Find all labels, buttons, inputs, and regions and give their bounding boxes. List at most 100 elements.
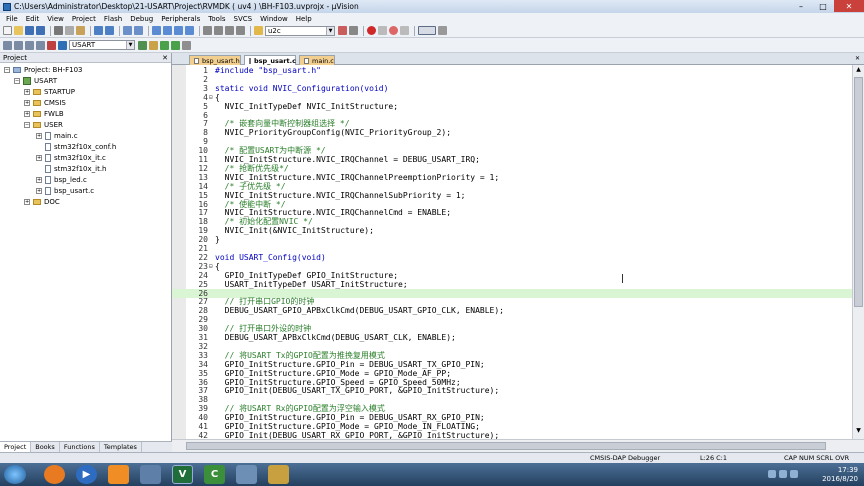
code-line[interactable]: 19 NVIC_Init(&NVIC_InitStructure);: [172, 226, 852, 235]
code-line[interactable]: 22 void USART_Config(void): [172, 253, 852, 262]
menu-view[interactable]: View: [43, 15, 68, 23]
breakpoint-icon[interactable]: [378, 26, 387, 35]
tree-item-folder[interactable]: + DOC: [24, 197, 60, 207]
uncomment-icon[interactable]: [236, 26, 245, 35]
tab-books[interactable]: Books: [31, 442, 60, 452]
tab-main-c[interactable]: main.c: [299, 55, 335, 65]
code-editor[interactable]: 1 #include "bsp_usart.h" 2 3 static void NVI…: [172, 65, 852, 439]
menu-edit[interactable]: Edit: [22, 15, 44, 23]
paste-icon[interactable]: [76, 26, 85, 35]
code-line[interactable]: 41 GPIO_InitStructure.GPIO_Mode = GPIO_M…: [172, 422, 852, 431]
target-select[interactable]: USART ▼: [69, 40, 135, 50]
expander-icon[interactable]: −: [24, 122, 30, 128]
expander-icon[interactable]: +: [24, 111, 30, 117]
build-icon[interactable]: [14, 40, 23, 50]
code-line[interactable]: 4 ⊟{: [172, 93, 852, 102]
fold-marker-icon[interactable]: ⊟: [209, 93, 213, 102]
uvision-taskbar-icon[interactable]: V: [172, 465, 193, 484]
code-line[interactable]: 30 // 打开串口外设的时钟: [172, 324, 852, 333]
tab-project[interactable]: Project: [0, 442, 32, 452]
find-in-files-icon[interactable]: [254, 26, 263, 35]
code-line[interactable]: 25 USART_InitTypeDef USART_InitStructure…: [172, 280, 852, 289]
tree-item-target[interactable]: − USART: [14, 76, 57, 86]
chevron-down-icon[interactable]: ▼: [126, 41, 134, 49]
minimize-button[interactable]: –: [790, 0, 812, 12]
code-line[interactable]: 8 NVIC_PriorityGroupConfig(NVIC_Priority…: [172, 128, 852, 137]
next-bookmark-icon[interactable]: [174, 26, 183, 35]
code-line[interactable]: 9: [172, 137, 852, 146]
rebuild-icon[interactable]: [25, 40, 34, 50]
menu-file[interactable]: File: [2, 15, 22, 23]
configure-icon[interactable]: [438, 26, 447, 35]
tree-item-folder[interactable]: − USER: [24, 120, 63, 130]
bookmark-icon[interactable]: [152, 26, 161, 35]
select-packs-icon[interactable]: [182, 40, 191, 50]
comment-icon[interactable]: [225, 26, 234, 35]
media-player-icon[interactable]: ▶: [76, 465, 97, 484]
unindent-icon[interactable]: [214, 26, 223, 35]
code-line[interactable]: 35 GPIO_InitStructure.GPIO_Mode = GPIO_M…: [172, 369, 852, 378]
chevron-down-icon[interactable]: ▼: [326, 26, 334, 35]
horizontal-scrollbar[interactable]: [172, 439, 864, 452]
code-line[interactable]: 10 /* 配置USART为中断源 */: [172, 146, 852, 155]
menu-window[interactable]: Window: [256, 15, 292, 23]
code-line[interactable]: 3 static void NVIC_Configuration(void): [172, 84, 852, 93]
expander-icon[interactable]: +: [36, 177, 42, 183]
disable-breakpoints-icon[interactable]: [400, 26, 409, 35]
pack-installer-icon[interactable]: [171, 40, 180, 50]
close-icon[interactable]: ✕: [162, 54, 168, 62]
menu-project[interactable]: Project: [68, 15, 100, 23]
code-line[interactable]: 15 NVIC_InitStructure.NVIC_IRQChannelSub…: [172, 191, 852, 200]
stop-build-icon[interactable]: [47, 40, 56, 50]
code-line[interactable]: 21: [172, 244, 852, 253]
tree-item-folder[interactable]: + FWLB: [24, 109, 64, 119]
tree-item-file[interactable]: + bsp_led.c: [36, 175, 87, 185]
menu-help[interactable]: Help: [292, 15, 316, 23]
nav-back-icon[interactable]: [123, 26, 132, 35]
code-line[interactable]: 34 GPIO_InitStructure.GPIO_Pin = DEBUG_U…: [172, 360, 852, 369]
batch-build-icon[interactable]: [36, 40, 45, 50]
menu-debug[interactable]: Debug: [126, 15, 157, 23]
undo-icon[interactable]: [94, 26, 103, 35]
tab-bsp-usart-c[interactable]: bsp_usart.c: [244, 55, 296, 65]
indent-icon[interactable]: [203, 26, 212, 35]
code-line[interactable]: 31 DEBUG_USART_APBxClkCmd(DEBUG_USART_CL…: [172, 333, 852, 342]
tree-item-folder[interactable]: + CMSIS: [24, 98, 66, 108]
code-line[interactable]: 16 /* 使能中断 */: [172, 200, 852, 209]
code-line[interactable]: 11 NVIC_InitStructure.NVIC_IRQChannel = …: [172, 155, 852, 164]
scrollbar-thumb[interactable]: [186, 442, 826, 450]
scrollbar-thumb[interactable]: [854, 77, 863, 307]
prev-bookmark-icon[interactable]: [163, 26, 172, 35]
maximize-button[interactable]: □: [812, 0, 834, 12]
code-line[interactable]: 29: [172, 315, 852, 324]
expander-icon[interactable]: +: [36, 133, 42, 139]
video-app-icon[interactable]: [108, 465, 129, 484]
start-button-icon[interactable]: [4, 465, 26, 484]
code-line[interactable]: 33 // 将USART Tx的GPIO配置为推挽复用模式: [172, 351, 852, 360]
code-line[interactable]: 32: [172, 342, 852, 351]
code-line[interactable]: 40 GPIO_InitStructure.GPIO_Pin = DEBUG_U…: [172, 413, 852, 422]
download-icon[interactable]: [58, 40, 67, 50]
target-options-icon[interactable]: [138, 40, 147, 50]
tree-item-file[interactable]: stm32f10x_it.h: [45, 164, 106, 174]
code-line[interactable]: 2: [172, 75, 852, 84]
tree-item-file[interactable]: + main.c: [36, 131, 78, 141]
firefox-icon[interactable]: [44, 465, 65, 484]
terminal-app-icon[interactable]: [236, 465, 257, 484]
menu-peripherals[interactable]: Peripherals: [157, 15, 204, 23]
translate-icon[interactable]: [3, 40, 12, 50]
save-icon[interactable]: [25, 26, 34, 35]
tray-flag-icon[interactable]: [790, 470, 798, 478]
taskbar-clock[interactable]: 17:39 2016/8/20: [822, 466, 858, 484]
menu-flash[interactable]: Flash: [100, 15, 126, 23]
vertical-scrollbar[interactable]: ▲ ▼: [852, 65, 864, 439]
code-line[interactable]: 37 GPIO_Init(DEBUG_USART_TX_GPIO_PORT, &…: [172, 386, 852, 395]
code-line[interactable]: 42 GPIO_Init(DEBUG_USART_RX_GPIO_PORT, &…: [172, 431, 852, 439]
expander-icon[interactable]: +: [36, 155, 42, 161]
tray-network-icon[interactable]: [768, 470, 776, 478]
incremental-find-icon[interactable]: [349, 26, 358, 35]
manage-components-icon[interactable]: [160, 40, 169, 50]
redo-icon[interactable]: [105, 26, 114, 35]
code-line[interactable]: 39 // 将USART Rx的GPIO配置为浮空输入模式: [172, 404, 852, 413]
close-button[interactable]: ✕: [834, 0, 864, 12]
